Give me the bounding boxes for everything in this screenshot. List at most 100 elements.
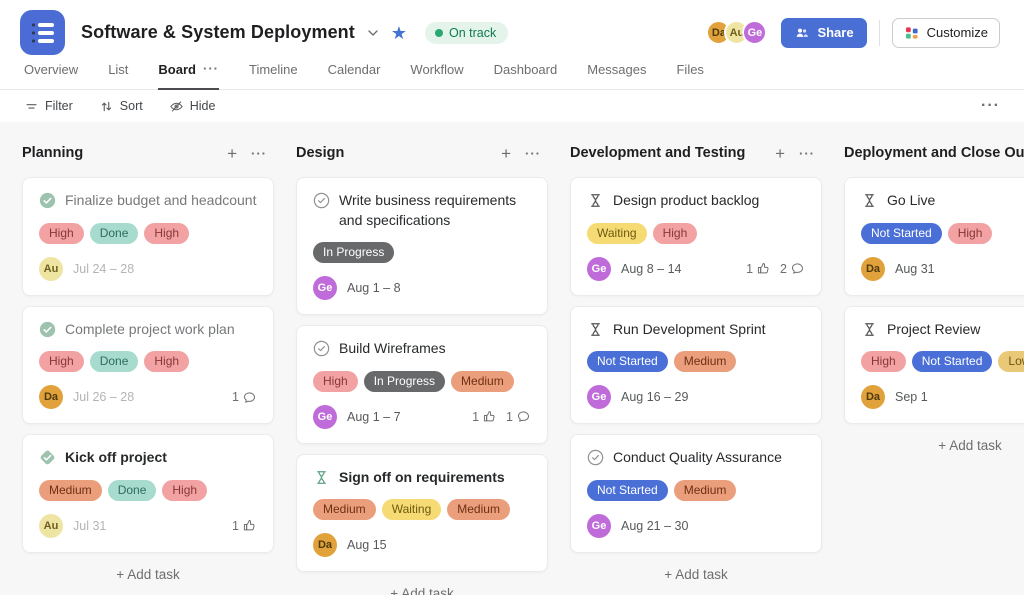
sort-button[interactable]: Sort	[99, 99, 143, 114]
task-card[interactable]: Complete project work plan High Done Hig…	[22, 305, 274, 425]
tab-files[interactable]: Files	[676, 62, 703, 89]
tag[interactable]: Not Started	[587, 351, 668, 373]
task-card[interactable]: Finalize budget and headcount High Done …	[22, 177, 274, 296]
assignee-avatar[interactable]: Ge	[313, 404, 337, 429]
task-card[interactable]: Kick off project Medium Done High Au Jul…	[22, 434, 274, 553]
task-title[interactable]: Finalize budget and headcount	[65, 191, 256, 211]
task-title[interactable]: Go Live	[887, 191, 935, 211]
add-task-button[interactable]: + Add task	[296, 586, 548, 595]
assignee-avatar[interactable]: Ge	[587, 513, 611, 538]
tag[interactable]: High	[39, 351, 84, 373]
task-card[interactable]: Conduct Quality Assurance Not Started Me…	[570, 434, 822, 553]
completed-check-icon[interactable]	[39, 321, 56, 338]
check-circle-icon[interactable]	[313, 192, 330, 209]
task-card[interactable]: Run Development Sprint Not Started Mediu…	[570, 305, 822, 425]
task-card[interactable]: Design product backlog Waiting High Ge A…	[570, 177, 822, 296]
assignee-avatar[interactable]: Ge	[587, 385, 611, 410]
assignee-avatar[interactable]: Au	[39, 256, 63, 281]
add-card-plus-icon[interactable]: +	[768, 145, 792, 162]
tab-list[interactable]: List	[108, 62, 128, 89]
add-card-plus-icon[interactable]: +	[494, 145, 518, 162]
tag[interactable]: Waiting	[381, 499, 442, 521]
approval-hourglass-icon[interactable]	[313, 469, 330, 486]
task-title[interactable]: Design product backlog	[613, 191, 759, 211]
assignee-avatar[interactable]: Ge	[587, 256, 611, 281]
assignee-avatar[interactable]: Da	[313, 533, 337, 558]
tab-overview[interactable]: Overview	[24, 62, 78, 89]
title-chevron-down-icon[interactable]	[365, 25, 381, 41]
project-icon[interactable]	[20, 10, 65, 55]
star-icon[interactable]: ★	[391, 24, 407, 42]
column-more-icon[interactable]: ···	[244, 147, 274, 160]
task-title[interactable]: Run Development Sprint	[613, 320, 766, 340]
tag[interactable]: In Progress	[363, 370, 446, 392]
assignee-avatar[interactable]: Da	[861, 385, 885, 410]
tag[interactable]: High	[861, 351, 906, 373]
toolbar-more-icon[interactable]: ···	[981, 97, 1000, 115]
tag[interactable]: High	[313, 370, 358, 392]
column-more-icon[interactable]: ···	[792, 147, 822, 160]
tag[interactable]: High	[947, 222, 993, 244]
share-button[interactable]: Share	[781, 17, 867, 48]
hide-button[interactable]: Hide	[169, 99, 215, 114]
tab-board[interactable]: Board ···	[158, 62, 219, 90]
task-title[interactable]: Conduct Quality Assurance	[613, 448, 782, 468]
task-card[interactable]: Project Review High Not Started Low Da S…	[844, 305, 1024, 425]
tag[interactable]: High	[162, 479, 208, 501]
tag[interactable]: Medium	[451, 370, 514, 392]
approval-hourglass-icon[interactable]	[861, 321, 878, 338]
task-title[interactable]: Complete project work plan	[65, 320, 235, 340]
add-task-button[interactable]: + Add task	[570, 567, 822, 582]
assignee-avatar[interactable]: Da	[39, 385, 63, 410]
tab-workflow[interactable]: Workflow	[410, 62, 463, 89]
task-title[interactable]: Kick off project	[65, 448, 167, 468]
tag[interactable]: Medium	[39, 479, 102, 501]
task-title[interactable]: Write business requirements and specific…	[339, 191, 531, 230]
tab-dashboard[interactable]: Dashboard	[494, 62, 558, 89]
assignee-avatar[interactable]: Da	[861, 256, 885, 281]
task-title[interactable]: Sign off on requirements	[339, 468, 505, 488]
approval-hourglass-icon[interactable]	[587, 321, 604, 338]
tag[interactable]: Low	[998, 351, 1024, 373]
add-task-button[interactable]: + Add task	[22, 567, 274, 582]
approval-hourglass-icon[interactable]	[587, 192, 604, 209]
task-card[interactable]: Sign off on requirements Medium Waiting …	[296, 453, 548, 573]
tag[interactable]: Not Started	[587, 479, 668, 501]
tag[interactable]: High	[144, 351, 190, 373]
status-badge[interactable]: On track	[425, 21, 509, 44]
tag[interactable]: Medium	[673, 351, 737, 373]
filter-button[interactable]: Filter	[24, 99, 73, 114]
completed-check-icon[interactable]	[39, 192, 56, 209]
tag[interactable]: Done	[107, 479, 157, 501]
avatar[interactable]: Ge	[742, 20, 768, 45]
task-card[interactable]: Go Live Not Started High Da Aug 31	[844, 177, 1024, 296]
tag[interactable]: In Progress	[313, 242, 395, 264]
milestone-check-icon[interactable]	[39, 449, 56, 466]
task-card[interactable]: Write business requirements and specific…	[296, 177, 548, 316]
tag[interactable]: Done	[89, 222, 139, 244]
task-title[interactable]: Build Wireframes	[339, 339, 446, 359]
task-card[interactable]: Build Wireframes High In Progress Medium…	[296, 325, 548, 444]
tag[interactable]: High	[652, 222, 698, 244]
approval-hourglass-icon[interactable]	[861, 192, 878, 209]
tag[interactable]: Not Started	[911, 351, 993, 373]
tag[interactable]: Done	[89, 351, 139, 373]
assignee-avatar[interactable]: Ge	[313, 276, 337, 301]
column-more-icon[interactable]: ···	[518, 147, 548, 160]
add-task-button[interactable]: + Add task	[844, 438, 1024, 453]
check-circle-icon[interactable]	[587, 449, 604, 466]
task-title[interactable]: Project Review	[887, 320, 980, 340]
assignee-avatar[interactable]: Au	[39, 513, 63, 538]
tag[interactable]: Medium	[313, 499, 376, 521]
customize-button[interactable]: Customize	[891, 17, 1000, 48]
tab-messages[interactable]: Messages	[587, 62, 646, 89]
add-card-plus-icon[interactable]: +	[220, 145, 244, 162]
tag[interactable]: High	[39, 222, 84, 244]
tag[interactable]: Waiting	[587, 222, 647, 244]
tab-more-icon[interactable]: ···	[203, 62, 219, 75]
tag[interactable]: Medium	[447, 499, 510, 521]
tab-calendar[interactable]: Calendar	[328, 62, 381, 89]
tag[interactable]: Medium	[673, 479, 737, 501]
check-circle-icon[interactable]	[313, 340, 330, 357]
tag[interactable]: High	[144, 222, 190, 244]
